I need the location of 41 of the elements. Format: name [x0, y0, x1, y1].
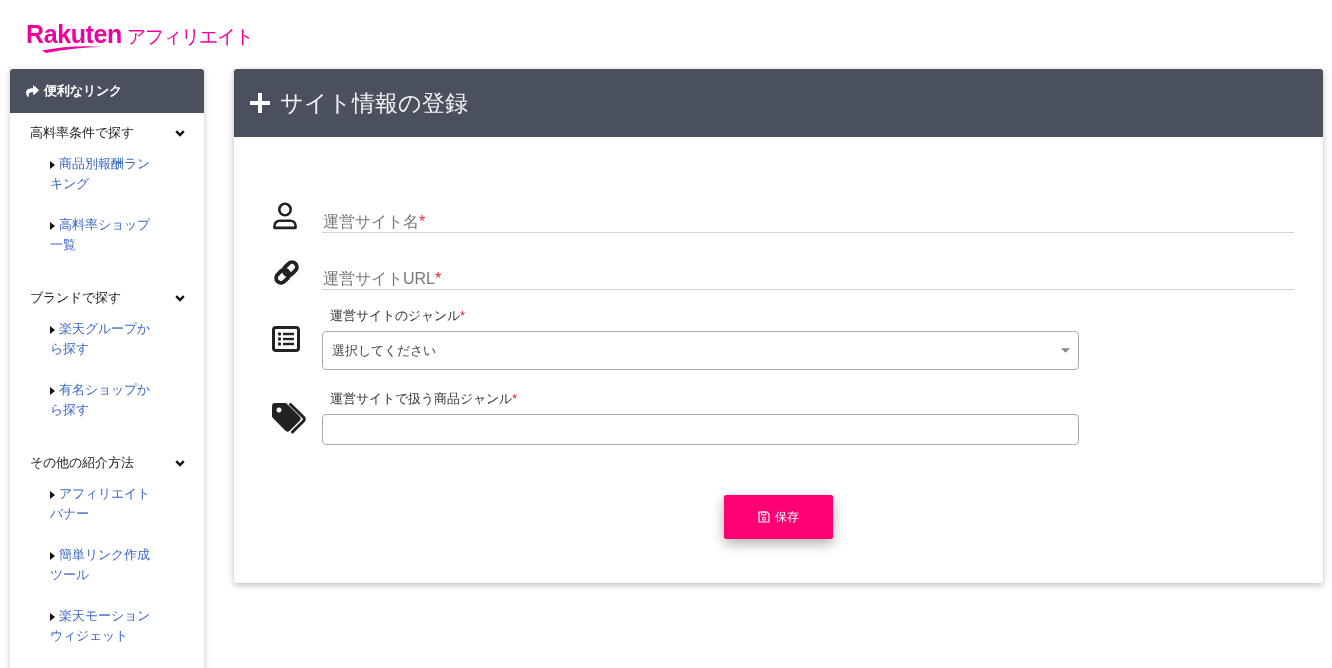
required-mark: *	[512, 391, 518, 406]
caret-icon	[50, 386, 55, 395]
required-mark: *	[460, 308, 466, 323]
text-field[interactable]: 運営サイトURL*	[322, 255, 1294, 290]
section-toggle[interactable]: その他の紹介方法	[30, 453, 185, 473]
logo-product-text: アフィリエイト	[126, 25, 253, 49]
caret-icon	[50, 490, 55, 499]
sidebar-link[interactable]: 楽天モーションウィジェット	[50, 606, 152, 646]
required-mark: *	[419, 213, 426, 230]
share-arrow-icon	[26, 85, 39, 97]
caret-icon	[50, 551, 55, 560]
text-field[interactable]: 運営サイト名*	[322, 198, 1294, 233]
user-icon	[272, 201, 298, 230]
caret-icon	[50, 612, 55, 621]
section-toggle[interactable]: ブランドで探す	[30, 288, 185, 308]
caret-icon	[50, 325, 55, 334]
sidebar-link[interactable]: 高料率ショップ一覧	[50, 215, 152, 255]
sidebar-link[interactable]: 有名ショップから探す	[50, 380, 152, 420]
plus-icon	[250, 93, 270, 113]
link-icon	[272, 258, 301, 287]
caret-down-icon	[1061, 348, 1070, 353]
sidebar-link[interactable]: 商品別報酬ランキング	[50, 154, 152, 194]
caret-icon	[50, 160, 55, 169]
sidebar-link[interactable]: 簡単リンク作成ツール	[50, 545, 152, 585]
save-button[interactable]: 保存	[724, 495, 833, 539]
required-mark: *	[435, 270, 442, 287]
field-label: 運営サイトURL	[323, 270, 435, 287]
dropdown-select[interactable]: 選択してください	[322, 331, 1079, 370]
sidebar-link[interactable]: アフィリエイトバナー	[50, 484, 152, 524]
sidebar-title: 便利なリンク	[44, 82, 122, 100]
sidebar-link[interactable]: 楽天グループから探す	[50, 319, 152, 359]
section-toggle[interactable]: 高料率条件で探す	[30, 123, 185, 143]
field-label: 運営サイトのジャンル	[330, 308, 460, 323]
logo-brand-text: Rakuten	[26, 20, 122, 48]
tags-icon	[272, 402, 308, 434]
caret-icon	[50, 221, 55, 230]
list-icon	[272, 326, 300, 352]
field-label: 運営サイト名	[323, 213, 419, 230]
input-field[interactable]	[322, 414, 1079, 445]
field-label: 運営サイトで扱う商品ジャンル	[330, 391, 512, 406]
panel-title: サイト情報の登録	[280, 88, 468, 118]
